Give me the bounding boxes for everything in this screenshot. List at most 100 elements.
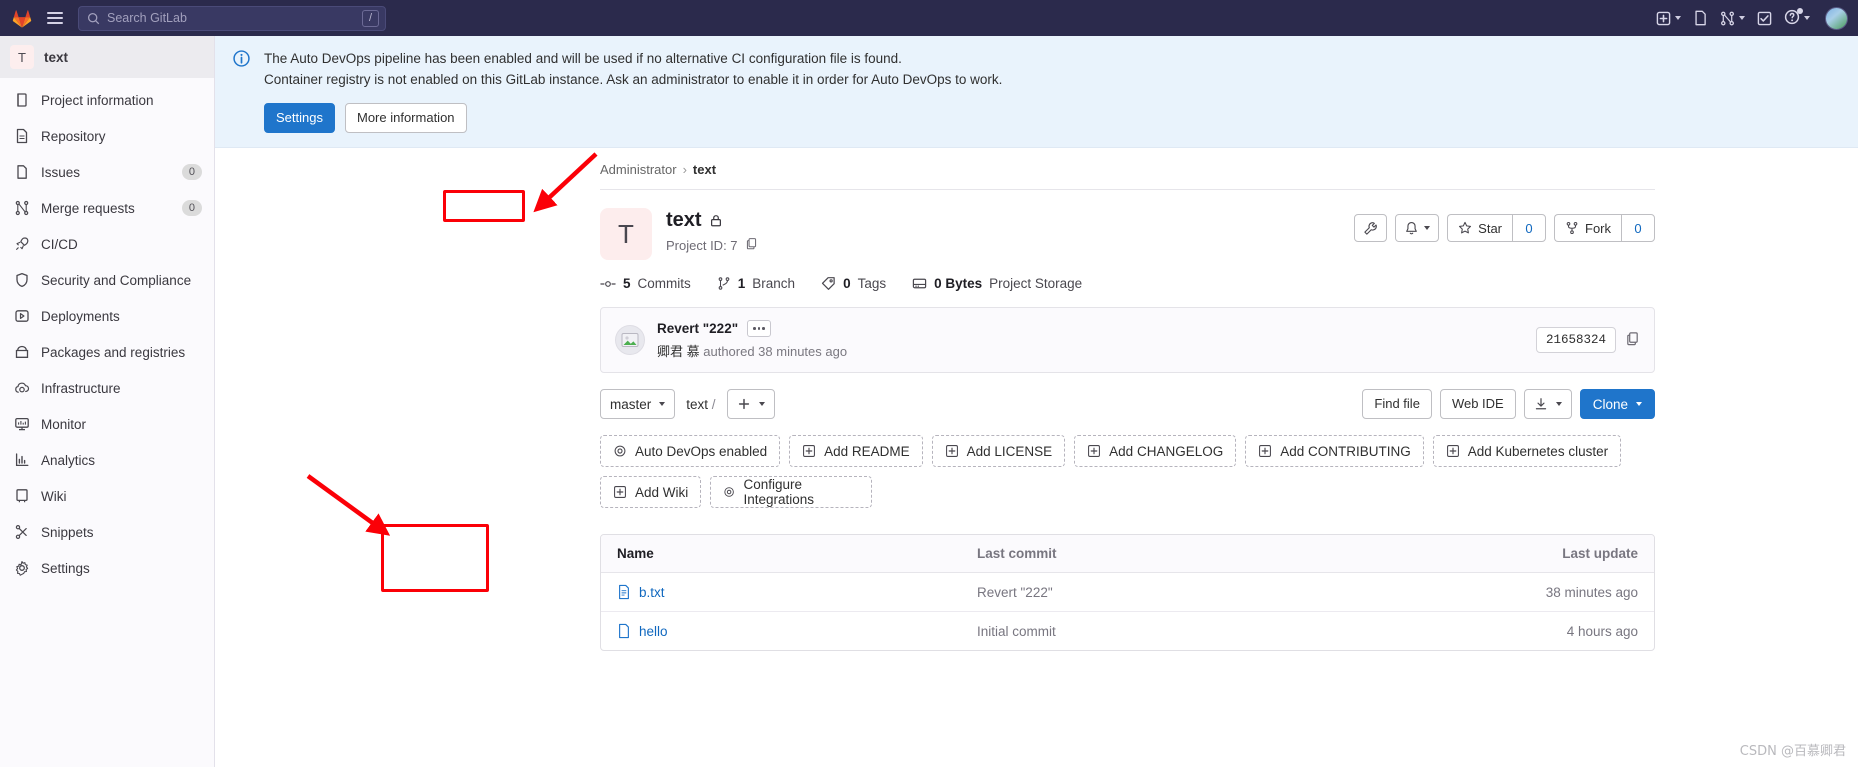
commit-author-avatar[interactable] [615,325,645,355]
stat-tags[interactable]: 0 Tags [821,276,886,291]
fork-count[interactable]: 0 [1621,214,1655,242]
sidebar-item-settings[interactable]: Settings [0,550,214,586]
file-last-update: 38 minutes ago [1545,584,1638,600]
file-name-link[interactable]: hello [639,624,668,639]
text-file-icon [619,584,629,600]
sidebar-item-deployments[interactable]: Deployments [0,298,214,334]
search-icon [87,12,100,24]
file-name-link[interactable]: b.txt [639,585,665,600]
sidebar-item-label: Issues [41,164,81,180]
setup-button-label: Add README [824,443,910,459]
auto-devops-enabled-button[interactable]: Auto DevOps enabled [600,435,781,467]
file-last-commit[interactable]: Revert "222" [977,585,1468,600]
sidebar-item-infrastructure[interactable]: Infrastructure [0,370,214,406]
ellipsis-icon[interactable] [747,320,771,337]
stat-commits[interactable]: 5 Commits [600,276,691,291]
sidebar-item-label: Project information [41,92,154,108]
web-ide-button[interactable]: Web IDE [1439,389,1516,419]
info-book-icon [13,92,30,109]
copy-sha-icon[interactable] [1625,331,1640,349]
setup-button-label: Auto DevOps enabled [635,443,768,459]
path-project-name[interactable]: text [686,397,708,412]
search-input[interactable]: Search GitLab / [78,5,386,31]
branch-name: master [610,396,652,412]
add-wiki-button[interactable]: Add Wiki [600,476,702,508]
copy-to-clipboard-icon[interactable] [745,237,758,253]
repository-path: text / [686,397,715,412]
add-changelog-button[interactable]: Add CHANGELOG [1074,435,1237,467]
download-icon [1535,398,1546,410]
chart-icon [13,452,30,469]
sidebar-item-snippets[interactable]: Snippets [0,514,214,550]
add-kubernetes-cluster-button[interactable]: Add Kubernetes cluster [1432,435,1622,467]
add-to-repository-dropdown[interactable] [726,389,775,419]
monitor-icon [13,416,30,433]
sidebar-item-monitor[interactable]: Monitor [0,406,214,442]
merge-request-icon [1721,11,1734,25]
table-row[interactable]: hello Initial commit 4 hours ago [601,612,1654,650]
star-count[interactable]: 0 [1512,214,1546,242]
setup-button-label: Add CONTRIBUTING [1280,443,1411,459]
file-last-commit[interactable]: Initial commit [977,624,1468,639]
sidebar-item-ci-cd[interactable]: CI/CD [0,226,214,262]
sidebar-item-issues[interactable]: Issues 0 [0,154,214,190]
sidebar-item-wiki[interactable]: Wiki [0,478,214,514]
star-button[interactable]: Star [1447,214,1512,242]
commit-author[interactable]: 卿君 慕 [657,344,700,359]
tag-icon [821,277,835,290]
configure-integrations-button[interactable]: Configure Integrations [710,476,873,508]
notifications-dropdown-button[interactable] [1395,214,1440,242]
commit-message[interactable]: Revert "222" [657,321,738,336]
merge-requests-menu[interactable] [1715,4,1750,32]
issues-icon [13,164,30,181]
user-avatar[interactable] [1825,6,1848,30]
stat-commits-label: Commits [637,276,691,291]
page-title: text [666,209,723,232]
star-label: Star [1478,220,1502,236]
alert-more-information-button[interactable]: More information [344,103,467,133]
sidebar-item-merge-requests[interactable]: Merge requests 0 [0,190,214,226]
plus-box-icon [945,445,958,457]
clone-button[interactable]: Clone [1579,389,1655,419]
plus-box-icon [1088,445,1101,457]
find-file-button[interactable]: Find file [1362,389,1432,419]
help-notification-dot [1797,7,1803,14]
chevron-down-icon [1636,402,1642,406]
breadcrumb-owner[interactable]: Administrator [600,162,677,177]
add-contributing-button[interactable]: Add CONTRIBUTING [1245,435,1424,467]
hamburger-menu-icon[interactable] [42,5,68,31]
gear-icon [13,560,30,577]
plus-icon [738,398,749,410]
download-source-dropdown[interactable] [1523,389,1572,419]
create-new-menu[interactable] [1651,4,1686,32]
sidebar-project-header[interactable]: T text [0,36,214,78]
project-settings-wrench-button[interactable] [1354,214,1388,242]
table-row[interactable]: b.txt Revert "222" 38 minutes ago [601,573,1654,612]
branch-selector[interactable]: master [600,389,676,419]
sidebar-item-security-and-compliance[interactable]: Security and Compliance [0,262,214,298]
stat-branches[interactable]: 1 Branch [717,276,795,291]
main-content: The Auto DevOps pipeline has been enable… [215,36,1858,767]
setup-button-label: Add Wiki [635,484,689,500]
stat-project-storage[interactable]: 0 Bytes Project Storage [912,276,1082,291]
gitlab-logo-icon[interactable] [8,4,36,32]
book-icon [13,488,30,505]
alert-settings-button[interactable]: Settings [264,103,335,133]
sidebar-item-packages-and-registries[interactable]: Packages and registries [0,334,214,370]
issues-link[interactable] [1688,4,1713,32]
gear-icon [614,445,626,457]
commit-sha-group: 21658324 [1535,327,1640,353]
sidebar-item-analytics[interactable]: Analytics [0,442,214,478]
sidebar-item-label: Security and Compliance [41,272,192,288]
sidebar-item-repository[interactable]: Repository [0,118,214,154]
storage-icon [912,278,927,289]
commit-sha[interactable]: 21658324 [1535,327,1616,353]
help-menu[interactable] [1779,4,1815,32]
todos-link[interactable] [1752,4,1777,32]
fork-button[interactable]: Fork [1554,214,1621,242]
project-sidebar: T text Project information Repository Is… [0,36,215,767]
plus-box-icon [1259,445,1272,457]
add-license-button[interactable]: Add LICENSE [931,435,1066,467]
add-readme-button[interactable]: Add README [789,435,923,467]
sidebar-item-project-information[interactable]: Project information [0,82,214,118]
